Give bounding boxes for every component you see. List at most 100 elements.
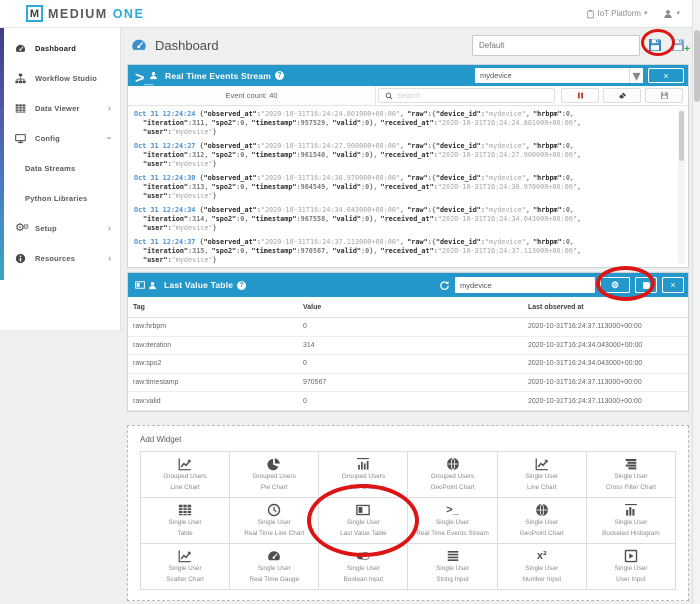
pause-stream-button[interactable]	[561, 88, 599, 103]
sidebar-item[interactable]: Data Viewer ›	[0, 93, 120, 123]
log-json-line: "iteration":313, "spo2":0, "timestamp":9…	[134, 183, 672, 192]
event-count: Event count: 40	[128, 86, 376, 105]
widget-option[interactable]: Single User Last Value Table	[319, 498, 408, 544]
widget-option[interactable]: Single User Boolean Input	[319, 544, 408, 590]
device-select[interactable]: ▾	[475, 68, 643, 83]
help-icon[interactable]: ?	[237, 281, 246, 290]
widget-option[interactable]: Single User Real Time Gauge	[230, 544, 319, 590]
widget-option-name: GeoPoint Chart	[520, 530, 564, 539]
widget-option-scope: Grouped Users	[163, 473, 206, 482]
scatter-chart-icon	[178, 549, 192, 563]
widget-option-scope: Single User	[347, 519, 380, 528]
save-stream-button[interactable]	[645, 88, 683, 103]
page-scrollbar-thumb[interactable]	[694, 30, 700, 102]
terminal-icon: >_	[446, 503, 460, 517]
value-cell: 0	[303, 360, 528, 367]
widget-option[interactable]: Grouped Users GeoPoint Chart	[408, 452, 497, 498]
user-menu[interactable]: ▾	[663, 9, 680, 19]
sidebar-item[interactable]: ⚙⚙ Setup ›	[0, 213, 120, 243]
log-timestamp: Oct 31 12:24:24	[134, 110, 195, 118]
widget-option[interactable]: Grouped Users Pie Chart	[230, 452, 319, 498]
add-widget-panel: Add Widget Grouped Users Line Chart Grou…	[127, 425, 689, 601]
sidebar-item-label: Workflow Studio	[35, 74, 97, 83]
sidebar-item-label: Dashboard	[35, 44, 76, 53]
log-json-line: {"observed_at":"2020-10-31T16:24:27.9000…	[199, 142, 574, 150]
widget-settings-button[interactable]: ⚙	[600, 277, 630, 293]
last-observed-cell: 2020-10-31T16:24:34.043000+00:00	[528, 342, 688, 349]
device-select[interactable]	[455, 277, 595, 293]
widget-option[interactable]: >_ Single User Real Time Events Stream	[408, 498, 497, 544]
save-widget-button[interactable]	[635, 277, 657, 293]
medium-one-logo[interactable]: M MEDIUM ONE	[26, 5, 144, 22]
medium-one-logo-icon: M	[26, 5, 43, 22]
widget-option[interactable]: Single User Table	[141, 498, 230, 544]
widget-option[interactable]: Single User String Input	[408, 544, 497, 590]
sidebar-item[interactable]: Config ›	[0, 123, 120, 153]
column-header-tag: Tag	[128, 304, 303, 311]
widget-option[interactable]: Single User Scatter Chart	[141, 544, 230, 590]
chevron-down-icon[interactable]: ▾	[629, 68, 643, 83]
events-toolbar: Event count: 40	[128, 86, 688, 106]
save-dashboard-button[interactable]	[647, 37, 663, 53]
table-body: raw:hrbpm 0 2020-10-31T16:24:37.113000+0…	[128, 318, 688, 411]
widget-option[interactable]: Grouped Users Line Chart	[141, 452, 230, 498]
sidebar-item[interactable]: Data Streams	[0, 153, 120, 183]
widget-option[interactable]: x² Single User Number Input	[498, 544, 587, 590]
bar-chart-icon	[356, 457, 370, 471]
close-widget-button[interactable]: ×	[662, 277, 684, 293]
widget-option[interactable]: Single User User Input	[587, 544, 676, 590]
help-icon[interactable]: ?	[275, 71, 284, 80]
dashboard-name-input[interactable]	[472, 35, 640, 56]
device-input[interactable]	[455, 277, 595, 293]
save-icon	[647, 37, 663, 53]
log-json-line: "user":"mydevice"}	[134, 192, 672, 201]
search-input[interactable]	[397, 91, 554, 100]
close-widget-button[interactable]: ×	[648, 68, 684, 83]
widget-option-name: Last Value Table	[340, 530, 387, 539]
desktop-icon	[15, 133, 26, 144]
platform-menu[interactable]: IoT Platform ▾	[586, 9, 648, 19]
widget-title: Last Value Table	[164, 280, 233, 290]
widget-option[interactable]: Single User Bucketed Histogram	[587, 498, 676, 544]
log-scrollbar[interactable]	[678, 109, 685, 264]
widget-option[interactable]: Single User Line Chart	[498, 452, 587, 498]
device-input[interactable]	[475, 68, 629, 83]
sidebar-item[interactable]: Resources ›	[0, 243, 120, 273]
widget-option-scope: Single User	[525, 565, 558, 574]
log-json-line: "iteration":312, "spo2":0, "timestamp":9…	[134, 151, 672, 160]
tag-cell: raw:valid	[128, 398, 303, 405]
tag-cell: raw:timestamp	[128, 379, 303, 386]
value-cell: 0	[303, 323, 528, 330]
log-entry: Oct 31 12:24:37 {"observed_at":"2020-10-…	[134, 238, 672, 265]
globe-icon	[446, 457, 460, 471]
log-scrollbar-thumb[interactable]	[679, 111, 684, 161]
sidebar-item[interactable]: Python Libraries	[0, 183, 120, 213]
refresh-icon[interactable]	[439, 280, 450, 291]
table-row: raw:valid 0 2020-10-31T16:24:37.113000+0…	[128, 392, 688, 411]
widget-option[interactable]: Single User GeoPoint Chart	[498, 498, 587, 544]
page-scrollbar[interactable]	[692, 0, 700, 604]
terminal-icon: >_	[135, 71, 146, 81]
value-cell: 0	[303, 398, 528, 405]
widget-option[interactable]: Grouped Users Bar Chart	[319, 452, 408, 498]
line-chart-icon	[178, 457, 192, 471]
widget-option-name: Table	[177, 530, 192, 539]
widget-option[interactable]: Single User Cross Filter Chart	[587, 452, 676, 498]
last-observed-cell: 2020-10-31T16:24:37.113000+00:00	[528, 323, 688, 330]
clear-stream-button[interactable]	[603, 88, 641, 103]
log-json-line: "user":"mydevice"}	[134, 128, 672, 137]
widget-option-name: Line Chart	[170, 484, 200, 493]
widget-option-name: Real Time Line Chart	[244, 530, 304, 539]
save-as-new-dashboard-button[interactable]: +	[670, 37, 686, 53]
widget-option-scope: Single User	[436, 565, 469, 574]
sidebar-item[interactable]: Dashboard	[0, 33, 120, 63]
widget-option[interactable]: Single User Real Time Line Chart	[230, 498, 319, 544]
search-box[interactable]	[378, 88, 555, 103]
log-json-line: {"observed_at":"2020-10-31T16:24:34.0430…	[199, 206, 574, 214]
log-json-line: {"observed_at":"2020-10-31T16:24:24.8010…	[199, 110, 574, 118]
pause-icon	[576, 91, 585, 100]
chevron-down-icon: ▾	[644, 10, 648, 17]
log-json-line: "iteration":315, "spo2":0, "timestamp":9…	[134, 247, 672, 256]
sidebar-item[interactable]: Workflow Studio	[0, 63, 120, 93]
widget-title: Real Time Events Stream	[165, 71, 271, 81]
